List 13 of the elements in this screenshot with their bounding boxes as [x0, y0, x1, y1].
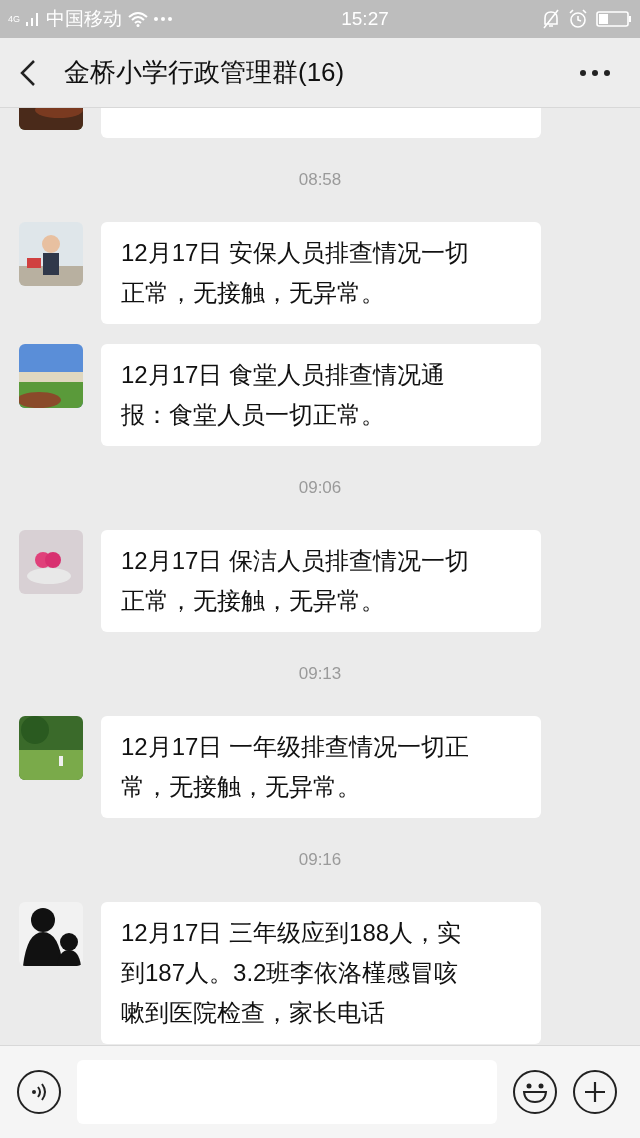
- message-text: 12月17日 三年级应到188人，实 到187人。3.2班李依洛槿感冒咳 嗽到医院检查，家长电话: [121, 918, 463, 1028]
- timestamp: 09:06: [298, 477, 342, 500]
- chat-title: 金桥小学行政管理群(16): [64, 56, 346, 89]
- message-text: 12月17日 安保人员排查情况一切 正常，无接触，无异常。: [121, 238, 471, 308]
- message-text: 12月17日 一年级排查情况一切正 常，无接触，无异常。: [121, 732, 471, 802]
- network-label: 4G: [8, 14, 20, 24]
- timestamp: 08:58: [298, 169, 342, 192]
- timestamp: 09:16: [298, 849, 342, 872]
- message-text: 12月17日 保洁人员排查情况一切 正常，无接触，无异常。: [121, 546, 471, 616]
- carrier-label: 中国移动: [46, 6, 122, 31]
- clock: 15:27: [341, 6, 389, 31]
- message-text: 12月17日 食堂人员排查情况通 报：食堂人员一切正常。: [121, 360, 447, 430]
- timestamp: 09:13: [298, 663, 342, 686]
